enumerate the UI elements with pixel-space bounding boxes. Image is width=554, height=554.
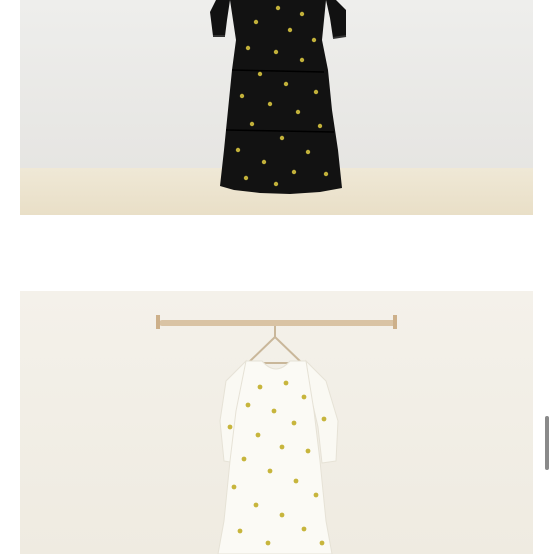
product-photo-white-dress[interactable] bbox=[20, 291, 533, 554]
white-dress bbox=[217, 359, 339, 554]
scrollbar-thumb[interactable] bbox=[545, 416, 549, 470]
product-photo-black-dress[interactable] bbox=[20, 0, 533, 215]
